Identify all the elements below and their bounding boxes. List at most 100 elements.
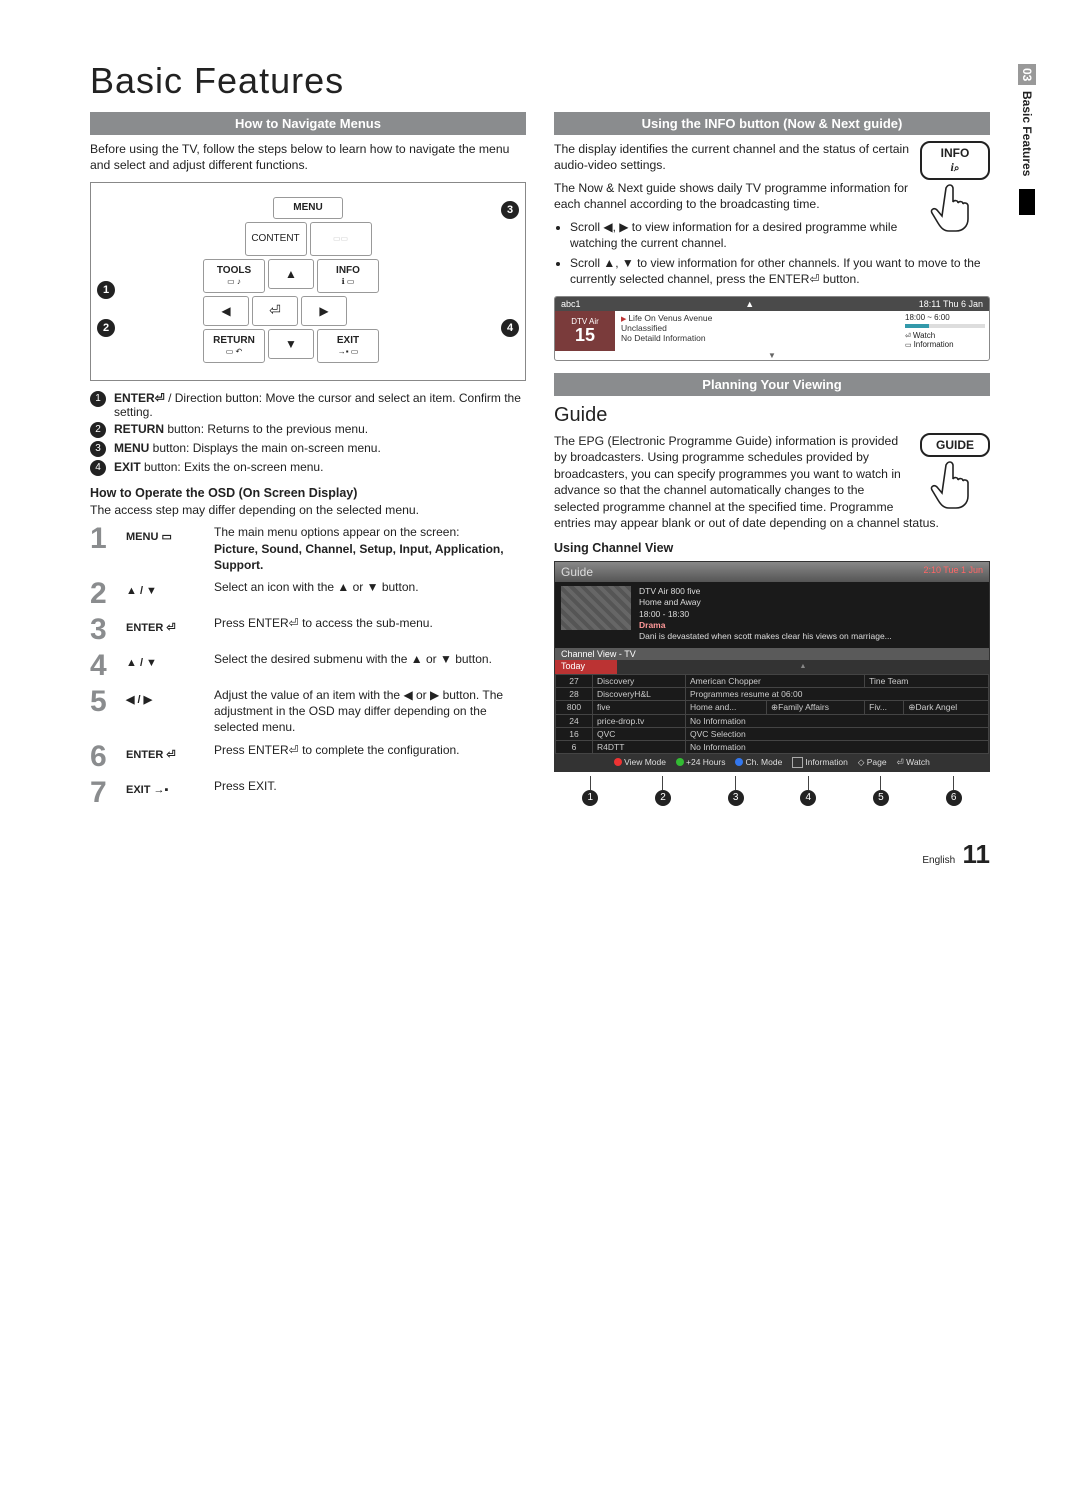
- definition-number: 4: [90, 460, 106, 476]
- step-button-label: ENTER ⏎: [126, 615, 204, 634]
- section-heading-planning: Planning Your Viewing: [554, 373, 990, 396]
- chapter-number: 03: [1018, 64, 1036, 85]
- remote-arrow-right[interactable]: ▶: [301, 296, 347, 326]
- epg-prog-time: 18:00 - 18:30: [639, 609, 892, 620]
- callout-3: 3: [501, 201, 519, 219]
- epg-foot-watch: Watch: [906, 757, 930, 767]
- epg-chnum: 28: [556, 687, 593, 700]
- page-footer: English 11: [922, 839, 990, 870]
- epg-clock: 2:10 Tue 1 Jun: [923, 565, 983, 579]
- osd-heading: How to Operate the OSD (On Screen Displa…: [90, 486, 526, 500]
- epg-cell: Programmes resume at 06:00: [686, 687, 989, 700]
- epg-chnum: 6: [556, 740, 593, 753]
- section-heading-info: Using the INFO button (Now & Next guide): [554, 112, 990, 135]
- epg-footer: View Mode +24 Hours Ch. Mode Information…: [555, 754, 989, 771]
- epg-chname: Discovery: [593, 674, 686, 687]
- step-button-label: ▲ / ▼: [126, 651, 204, 669]
- definition-row: 1ENTER⏎ / Direction button: Move the cur…: [90, 391, 526, 419]
- step-number: 5: [90, 687, 116, 717]
- return-label: RETURN: [213, 335, 255, 346]
- info-remote-illustration: INFO i⌕: [920, 141, 990, 232]
- step-button-label: MENU ▭: [126, 524, 204, 543]
- epg-screenshot: Guide 2:10 Tue 1 Jun DTV Air 800 five Ho…: [554, 561, 990, 771]
- definition-row: 4 EXIT button: Exits the on-screen menu.: [90, 460, 526, 476]
- step-description: Select the desired submenu with the ▲ or…: [214, 651, 492, 667]
- osd-note: The access step may differ depending on …: [90, 502, 526, 518]
- remote-button-exit[interactable]: EXIT →▪ ▭: [317, 329, 379, 363]
- remote-button-enter[interactable]: ⏎: [252, 296, 298, 326]
- remote-button-menu[interactable]: MENU: [273, 197, 343, 219]
- epg-chname: DiscoveryH&L: [593, 687, 686, 700]
- remote-button-content[interactable]: CONTENT: [245, 222, 307, 256]
- epg-cell: ⊕Family Affairs: [767, 700, 865, 714]
- step-number: 7: [90, 778, 116, 808]
- step-description: Select an icon with the ▲ or ▼ button.: [214, 579, 419, 595]
- epg-foot-info: Information: [805, 757, 848, 767]
- epg-row: 27DiscoveryAmerican ChopperTine Team: [556, 674, 989, 687]
- using-channel-view-heading: Using Channel View: [554, 541, 990, 555]
- epg-thumbnail: [561, 586, 631, 630]
- epg-table: 27DiscoveryAmerican ChopperTine Team28Di…: [555, 674, 989, 754]
- content-label: CONTENT: [251, 233, 299, 244]
- epg-cell: Fiv...: [865, 700, 904, 714]
- exit-label: EXIT: [337, 335, 359, 346]
- remote-button-tools[interactable]: TOOLS ▭ ♪: [203, 259, 265, 293]
- navigate-intro: Before using the TV, follow the steps be…: [90, 141, 526, 174]
- epg-chnum: 800: [556, 700, 593, 714]
- page-title: Basic Features: [90, 60, 990, 102]
- osd-step: 1 MENU ▭ The main menu options appear on t…: [90, 524, 526, 573]
- guide-button-label: GUIDE: [936, 438, 974, 452]
- strip-channel-block: DTV Air 15: [555, 311, 615, 351]
- epg-row: 16QVCQVC Selection: [556, 727, 989, 740]
- epg-prog-synopsis: Dani is devastated when scott makes clea…: [639, 631, 892, 642]
- remote-arrow-down[interactable]: ▼: [268, 329, 314, 359]
- remote-button-info[interactable]: INFO ℹ ▭: [317, 259, 379, 293]
- strip-action-watch: Watch: [905, 331, 985, 340]
- guide-remote-illustration: GUIDE: [920, 433, 990, 509]
- epg-cell: Home and...: [686, 700, 767, 714]
- info-label: INFO: [336, 265, 360, 276]
- right-column: Using the INFO button (Now & Next guide)…: [554, 112, 990, 814]
- epg-callouts: 1 2 3 4 5 6: [554, 776, 990, 806]
- epg-cell: Tine Team: [865, 674, 989, 687]
- epg-foot-hours: +24 Hours: [686, 757, 725, 767]
- definition-row: 3MENU button: Displays the main on-scree…: [90, 441, 526, 457]
- step-description: The main menu options appear on the scre…: [214, 524, 526, 573]
- epg-row: 28DiscoveryH&LProgrammes resume at 06:00: [556, 687, 989, 700]
- step-number: 1: [90, 524, 116, 554]
- strip-channel-name: abc1: [561, 299, 581, 309]
- step-button-label: ◀ / ▶: [126, 687, 204, 706]
- epg-cell: No Information: [686, 714, 989, 727]
- epg-row: 800fiveHome and...⊕Family AffairsFiv...⊕…: [556, 700, 989, 714]
- step-description: Adjust the value of an item with the ◀ o…: [214, 687, 526, 736]
- step-button-label: EXIT →▪: [126, 778, 204, 796]
- osd-step: 7EXIT →▪Press EXIT.: [90, 778, 526, 808]
- epg-chname: R4DTT: [593, 740, 686, 753]
- epg-cell: ⊕Dark Angel: [904, 700, 989, 714]
- menu-label: MENU: [293, 202, 322, 213]
- osd-steps: 1 MENU ▭ The main menu options appear on t…: [90, 524, 526, 807]
- info-bullet: Scroll ▲, ▼ to view information for othe…: [570, 255, 990, 287]
- epg-row: 24price-drop.tvNo Information: [556, 714, 989, 727]
- tools-label: TOOLS: [217, 265, 251, 276]
- definition-text: RETURN button: Returns to the previous m…: [114, 422, 368, 436]
- definition-text: EXIT button: Exits the on-screen menu.: [114, 460, 323, 474]
- manual-page: 03 Basic Features Basic Features How to …: [90, 60, 990, 814]
- epg-cell: QVC Selection: [686, 727, 989, 740]
- remote-arrow-left[interactable]: ◀: [203, 296, 249, 326]
- epg-foot-chmode: Ch. Mode: [745, 757, 782, 767]
- epg-cell: American Chopper: [686, 674, 865, 687]
- epg-prog-name: Home and Away: [639, 597, 892, 608]
- epg-today-label: Today: [555, 660, 617, 674]
- remote-button-return[interactable]: RETURN ▭ ↶: [203, 329, 265, 363]
- strip-programme-title: Life On Venus Avenue: [621, 313, 895, 323]
- epg-chnum: 27: [556, 674, 593, 687]
- footer-language: English: [922, 855, 955, 866]
- remote-arrow-up[interactable]: ▲: [268, 259, 314, 289]
- strip-detail: No Detaild Information: [621, 333, 895, 343]
- button-definitions: 1ENTER⏎ / Direction button: Move the cur…: [90, 391, 526, 476]
- epg-cell: No Information: [686, 740, 989, 753]
- epg-title: Guide: [561, 565, 593, 579]
- strip-time-range: 18:00 ~ 6:00: [905, 313, 985, 322]
- strip-rating: Unclassified: [621, 323, 895, 333]
